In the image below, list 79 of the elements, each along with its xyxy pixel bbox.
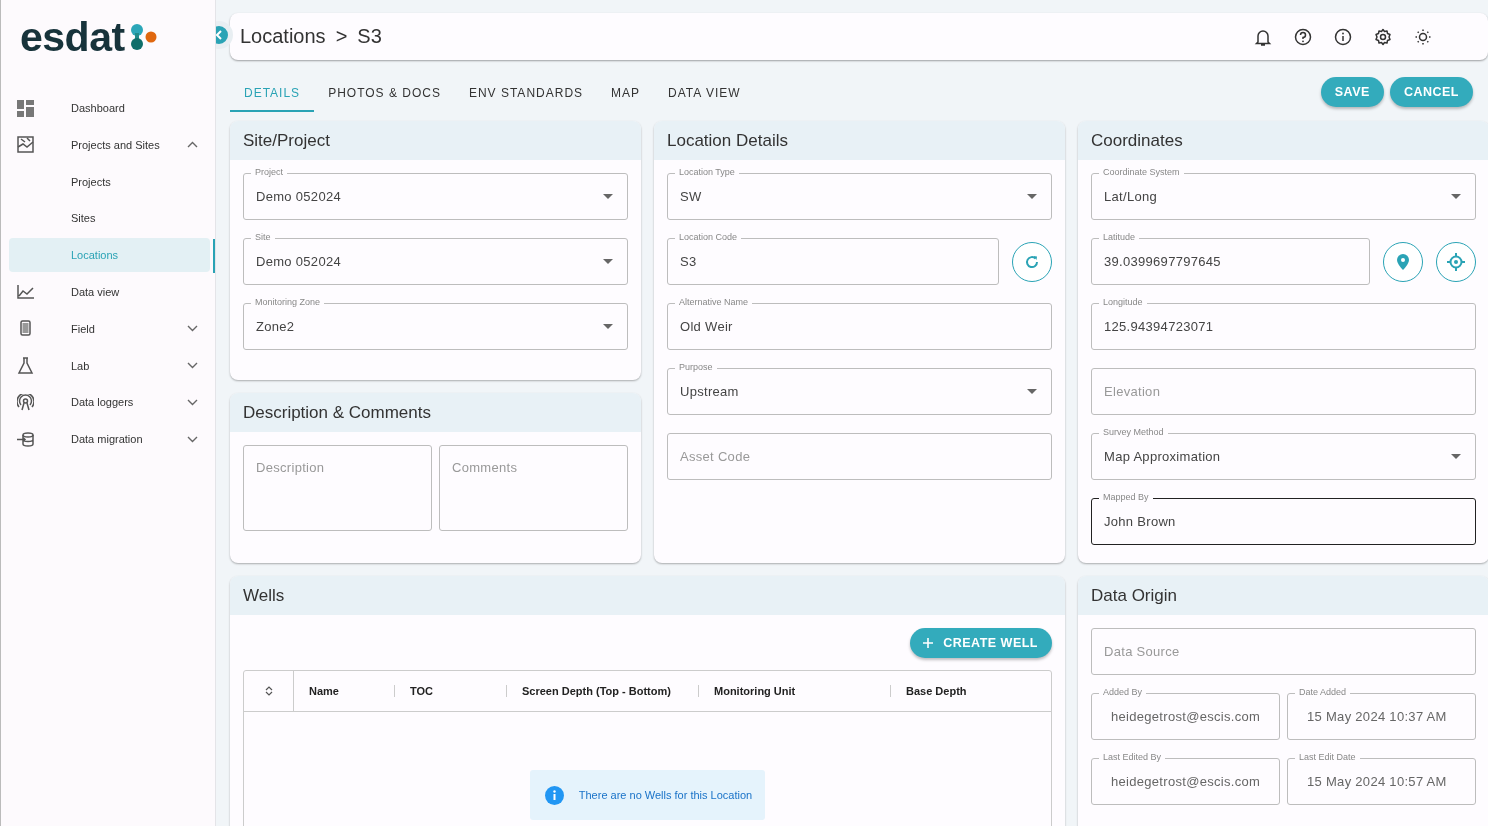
brightness-icon[interactable] (1414, 27, 1432, 46)
card-title: Description & Comments (243, 402, 431, 423)
refresh-button[interactable] (1012, 241, 1052, 282)
field-label: Monitoring Zone (251, 297, 325, 307)
column-header[interactable]: Name (294, 685, 394, 697)
card-title: Wells (243, 585, 285, 606)
flask-icon (17, 357, 34, 375)
text-area[interactable]: Description (243, 445, 432, 531)
text-area[interactable]: Comments (439, 445, 628, 531)
field-label: Date Added (1295, 687, 1351, 697)
sidebar-item[interactable]: Data migration (9, 422, 210, 457)
sidebar-item[interactable]: Dashboard (9, 91, 210, 125)
field-label: Site (251, 232, 275, 242)
sidebar-item[interactable]: Data loggers (9, 385, 210, 420)
line-chart-icon (17, 285, 34, 299)
field-label: Longitude (1099, 297, 1147, 307)
field-label: Last Edited By (1099, 752, 1166, 762)
dropdown-caret-icon (603, 259, 613, 264)
field-label: Project (251, 167, 287, 177)
phone-icon (17, 319, 34, 338)
column-header[interactable]: TOC (394, 685, 506, 697)
card-title: Site/Project (243, 130, 330, 151)
field-label: Coordinate System (1099, 167, 1184, 177)
logo-text: esdat (20, 15, 125, 59)
tab[interactable]: MAP (597, 75, 655, 112)
column-header[interactable]: Screen Depth (Top - Bottom) (506, 685, 698, 697)
location-pin-button[interactable] (1383, 241, 1423, 282)
bell-icon[interactable] (1254, 27, 1272, 46)
field-label: Location Code (675, 232, 742, 242)
refresh-icon (1024, 253, 1040, 270)
breadcrumb-link[interactable]: Locations (240, 25, 326, 48)
dropdown-caret-icon (1027, 389, 1037, 394)
map-icon (17, 136, 34, 154)
field-label: Last Edit Date (1295, 752, 1360, 762)
crosshair-button[interactable] (1436, 241, 1476, 282)
location-pin-icon (1397, 253, 1409, 270)
info-icon[interactable] (1334, 27, 1352, 46)
sidebar-item[interactable]: Projects (9, 164, 210, 199)
field-label: Location Type (675, 167, 739, 177)
crosshair-icon (1447, 252, 1465, 271)
tab[interactable]: DATA VIEW (654, 75, 755, 112)
card-title: Location Details (667, 130, 788, 151)
dropdown-caret-icon (603, 324, 613, 329)
antenna-icon (17, 393, 34, 411)
column-header[interactable]: Base Depth (890, 685, 1051, 697)
field-label: Latitude (1099, 232, 1140, 242)
text-field[interactable]: Data Source (1091, 628, 1476, 675)
sidebar-item[interactable]: Field (9, 311, 210, 346)
dropdown-caret-icon (1451, 454, 1461, 459)
sidebar-item[interactable]: Data view (9, 275, 210, 309)
field-label: Alternative Name (675, 297, 753, 307)
card-title: Data Origin (1091, 585, 1177, 606)
dropdown-caret-icon (603, 194, 613, 199)
field-label: Added By (1099, 687, 1147, 697)
card-title: Coordinates (1091, 130, 1183, 151)
tab[interactable]: ENV STANDARDS (454, 75, 598, 112)
text-field[interactable]: Asset Code (667, 433, 1052, 480)
field-label: Mapped By (1099, 492, 1153, 502)
tab[interactable]: PHOTOS & DOCS (314, 75, 455, 112)
breadcrumb-separator: > (335, 25, 348, 48)
sidebar-item[interactable]: Projects and Sites (9, 127, 210, 162)
sort-icon (264, 686, 273, 696)
sidebar-item[interactable]: Lab (9, 348, 210, 383)
field-label: Purpose (675, 362, 717, 372)
message-text: There are no Wells for this Location (578, 789, 753, 801)
help-icon[interactable] (1294, 27, 1312, 46)
info-icon (544, 785, 564, 805)
column-header[interactable]: Monitoring Unit (698, 685, 890, 697)
dropdown-caret-icon (1027, 194, 1037, 199)
plus-icon (923, 638, 934, 648)
breadcrumb-current: S3 (357, 25, 382, 48)
text-field[interactable]: Elevation (1091, 368, 1476, 415)
sidebar-item[interactable]: Sites (9, 201, 210, 236)
field-label: Survey Method (1099, 427, 1168, 437)
database-import-icon (17, 431, 34, 447)
logo-mark-icon (128, 23, 157, 51)
dashboard-icon (17, 99, 34, 117)
settings-icon[interactable] (1374, 27, 1392, 46)
dropdown-caret-icon (1451, 194, 1461, 199)
